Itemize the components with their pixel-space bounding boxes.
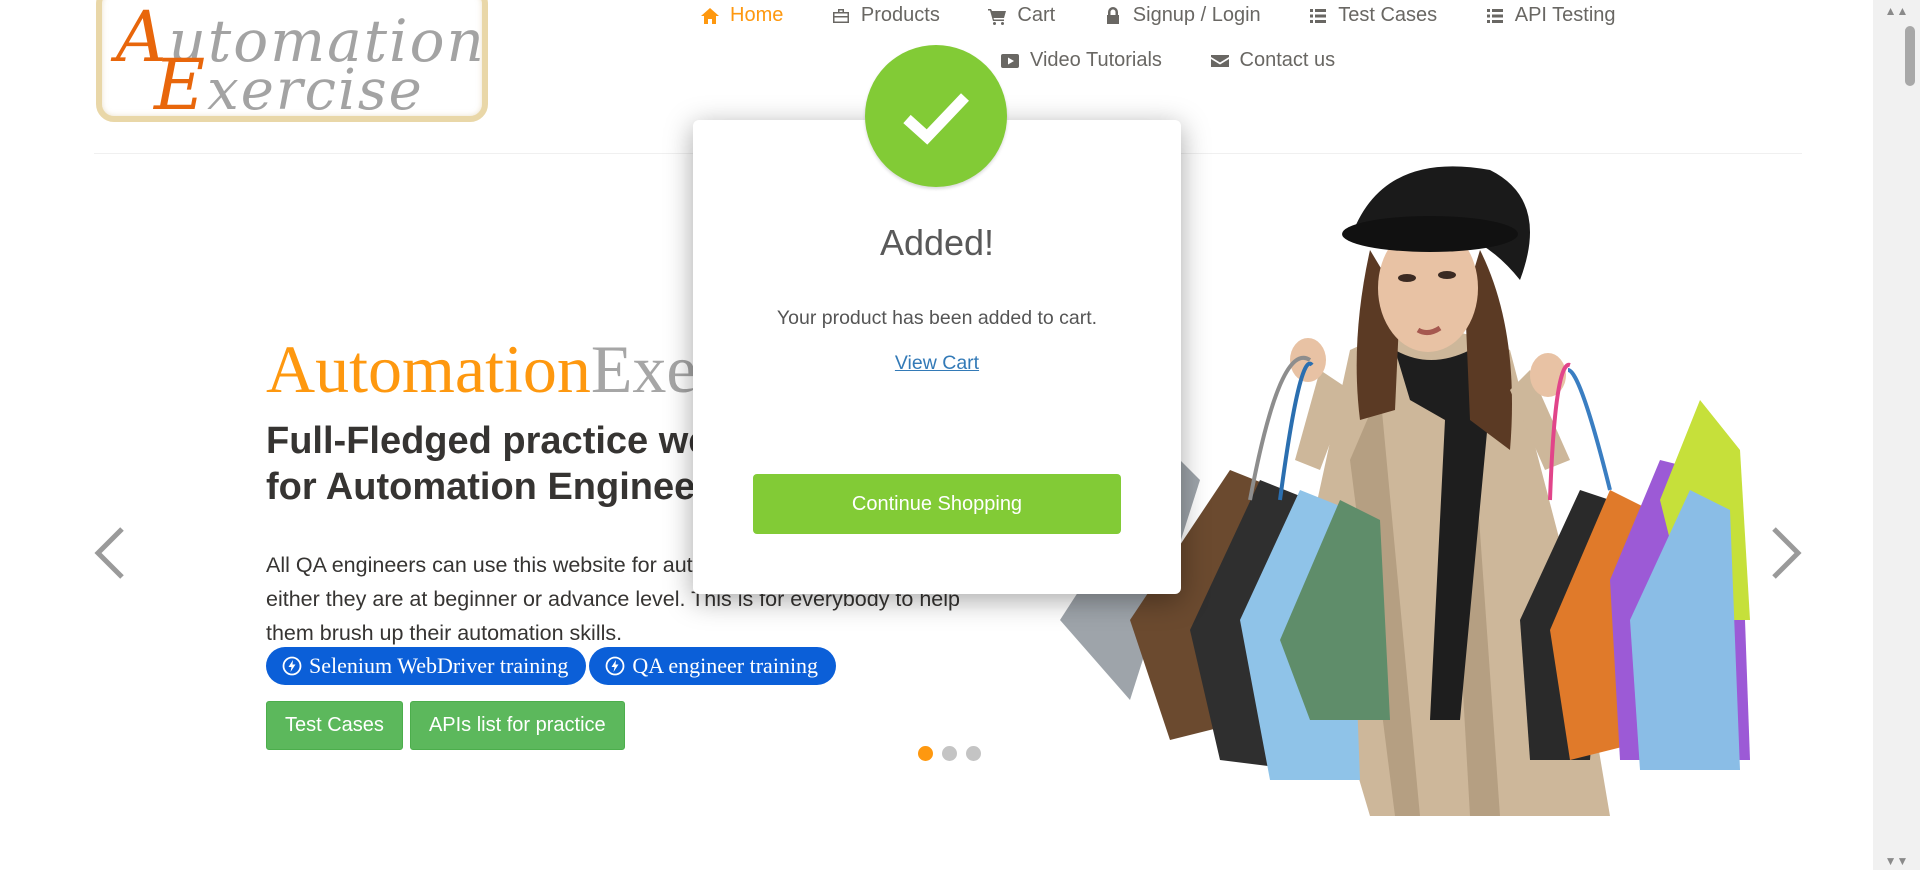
home-icon bbox=[701, 7, 719, 24]
logo-cap-e: E bbox=[154, 44, 208, 126]
added-to-cart-modal: Added! Your product has been added to ca… bbox=[693, 120, 1181, 594]
nav-item-test-cases[interactable]: Test Cases bbox=[1308, 4, 1437, 27]
scrollbar-thumb[interactable] bbox=[1905, 26, 1915, 86]
chevron-right-icon bbox=[1772, 527, 1802, 579]
chevron-left-icon bbox=[94, 527, 124, 579]
nav-item-cart[interactable]: Cart bbox=[987, 4, 1055, 27]
slider-title-automation: Automation bbox=[266, 331, 591, 407]
briefcase-icon bbox=[832, 8, 849, 23]
logo-line-2: Exercise bbox=[154, 44, 424, 126]
continue-shopping-button[interactable]: Continue Shopping bbox=[753, 474, 1121, 534]
bolt-circle-icon bbox=[605, 656, 625, 676]
nav-label-home: Home bbox=[730, 4, 784, 26]
modal-title: Added! bbox=[879, 222, 995, 263]
nav-label-contact-us: Contact us bbox=[1239, 49, 1336, 71]
apis-list-button[interactable]: APIs list for practice bbox=[409, 701, 625, 750]
carousel-next-arrow[interactable] bbox=[1768, 526, 1804, 580]
test-cases-button[interactable]: Test Cases bbox=[266, 701, 403, 750]
nav-label-signup-login: Signup / Login bbox=[1132, 4, 1261, 26]
modal-message: Your product has been added to cart. bbox=[776, 307, 1098, 329]
carousel-dot-2[interactable] bbox=[942, 746, 957, 761]
nav-label-video-tutorials: Video Tutorials bbox=[1030, 49, 1162, 71]
nav-label-test-cases: Test Cases bbox=[1338, 4, 1438, 26]
list-icon bbox=[1486, 8, 1503, 23]
lock-icon bbox=[1106, 6, 1119, 24]
slider-buttons: Test Cases APIs list for practice bbox=[266, 701, 625, 750]
scroll-down-icon[interactable]: ▼▼ bbox=[1873, 852, 1920, 870]
logo-text-2: xercise bbox=[207, 58, 424, 123]
view-cart-link[interactable]: View Cart bbox=[693, 352, 1181, 375]
nav-row-1: Home Products Cart Signup / Login Test C… bbox=[700, 4, 1658, 32]
carousel-prev-arrow[interactable] bbox=[92, 526, 128, 580]
youtube-icon bbox=[1001, 53, 1019, 68]
carousel-indicators bbox=[918, 746, 981, 761]
nav-item-contact-us[interactable]: Contact us bbox=[1210, 49, 1336, 72]
cart-icon bbox=[988, 8, 1007, 25]
nav-item-video-tutorials[interactable]: Video Tutorials bbox=[1000, 49, 1162, 72]
success-check-icon bbox=[865, 45, 1007, 187]
nav-item-api-testing[interactable]: API Testing bbox=[1485, 4, 1616, 27]
checkmark-icon bbox=[903, 93, 969, 145]
carousel-dot-3[interactable] bbox=[966, 746, 981, 761]
envelope-icon bbox=[1210, 54, 1229, 67]
selenium-training-link[interactable]: Selenium WebDriver training bbox=[266, 647, 587, 685]
page-scrollbar[interactable]: ▲▲ ▼▼ bbox=[1873, 0, 1920, 870]
training-pills: Selenium WebDriver training QA engineer … bbox=[266, 647, 837, 685]
scroll-up-icon[interactable]: ▲▲ bbox=[1873, 2, 1920, 20]
nav-row-2: Video Tutorials Contact us bbox=[1000, 49, 1377, 77]
nav-item-signup-login[interactable]: Signup / Login bbox=[1103, 4, 1261, 27]
site-logo[interactable]: Automation Exercise bbox=[96, 0, 488, 126]
nav-label-api-testing: API Testing bbox=[1514, 4, 1616, 26]
bolt-circle-icon bbox=[282, 656, 302, 676]
nav-label-products: Products bbox=[860, 4, 940, 26]
qa-training-label: QA engineer training bbox=[632, 653, 819, 678]
selenium-training-label: Selenium WebDriver training bbox=[309, 653, 569, 678]
nav-item-home[interactable]: Home bbox=[700, 4, 783, 27]
carousel-dot-1[interactable] bbox=[918, 746, 933, 761]
qa-training-link[interactable]: QA engineer training bbox=[589, 647, 837, 685]
list-icon bbox=[1310, 8, 1327, 23]
nav-label-cart: Cart bbox=[1017, 4, 1056, 26]
nav-item-products[interactable]: Products bbox=[831, 4, 940, 27]
